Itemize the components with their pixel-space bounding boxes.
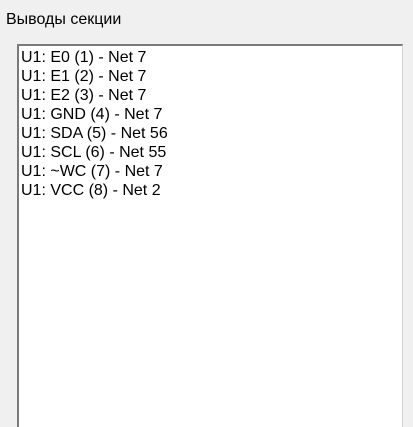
list-item-pin-8[interactable]: U1: VCC (8) - Net 2 (21, 181, 402, 200)
list-item-pin-1[interactable]: U1: E0 (1) - Net 7 (21, 48, 402, 67)
list-item-pin-5[interactable]: U1: SDA (5) - Net 56 (21, 124, 402, 143)
list-item-pin-2[interactable]: U1: E1 (2) - Net 7 (21, 67, 402, 86)
list-item-pin-3[interactable]: U1: E2 (3) - Net 7 (21, 86, 402, 105)
pins-list: U1: E0 (1) - Net 7 U1: E1 (2) - Net 7 U1… (19, 46, 402, 200)
list-item-pin-7[interactable]: U1: ~WC (7) - Net 7 (21, 162, 402, 181)
list-item-pin-6[interactable]: U1: SCL (6) - Net 55 (21, 143, 402, 162)
list-item-pin-4[interactable]: U1: GND (4) - Net 7 (21, 105, 402, 124)
section-pins-listbox[interactable]: U1: E0 (1) - Net 7 U1: E1 (2) - Net 7 U1… (17, 44, 403, 427)
section-pins-label: Выводы секции (6, 11, 122, 28)
